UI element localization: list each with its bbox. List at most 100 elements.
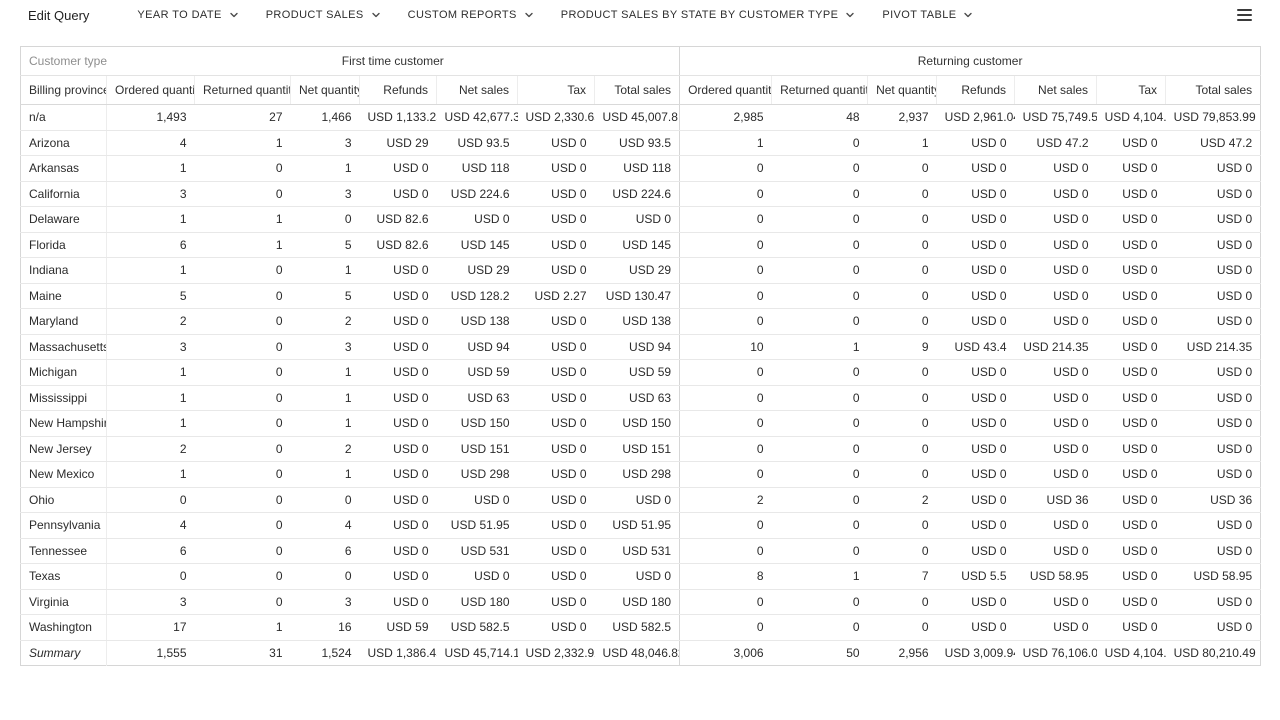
value-cell: USD 130.47 bbox=[595, 283, 680, 309]
value-cell: USD 0 bbox=[360, 538, 437, 564]
value-cell: USD 224.6 bbox=[595, 181, 680, 207]
menu-pivot-table[interactable]: PIVOT TABLE bbox=[882, 9, 973, 21]
value-cell: USD 145 bbox=[437, 232, 518, 258]
column-header[interactable]: Ordered quantity bbox=[107, 76, 195, 105]
value-cell: USD 224.6 bbox=[437, 181, 518, 207]
province-cell: Arkansas bbox=[21, 156, 107, 182]
value-cell: 0 bbox=[772, 156, 868, 182]
value-cell: 2 bbox=[107, 309, 195, 335]
value-cell: 1 bbox=[772, 564, 868, 590]
value-cell: 0 bbox=[195, 411, 291, 437]
column-header[interactable]: Tax bbox=[518, 76, 595, 105]
value-cell: 0 bbox=[772, 385, 868, 411]
column-header[interactable]: Net sales bbox=[437, 76, 518, 105]
value-cell: 0 bbox=[195, 181, 291, 207]
value-cell: 3 bbox=[291, 130, 360, 156]
chevron-down-icon bbox=[229, 10, 239, 20]
value-cell: USD 2,330.65 bbox=[518, 105, 595, 131]
value-cell: USD 0 bbox=[518, 258, 595, 284]
value-cell: 1 bbox=[107, 207, 195, 233]
value-cell: 0 bbox=[680, 436, 772, 462]
column-header[interactable]: Total sales bbox=[595, 76, 680, 105]
value-cell: USD 0 bbox=[1097, 589, 1166, 615]
column-header[interactable]: Ordered quantity bbox=[680, 76, 772, 105]
column-header[interactable]: Net sales bbox=[1015, 76, 1097, 105]
chevron-down-icon bbox=[371, 10, 381, 20]
value-cell: USD 0 bbox=[360, 589, 437, 615]
value-cell: USD 0 bbox=[1015, 462, 1097, 488]
value-cell: 0 bbox=[195, 156, 291, 182]
value-cell: USD 0 bbox=[518, 181, 595, 207]
province-cell: Summary bbox=[21, 640, 107, 666]
value-cell: USD 45,714.12 bbox=[437, 640, 518, 666]
value-cell: USD 0 bbox=[518, 130, 595, 156]
value-cell: USD 0 bbox=[937, 232, 1015, 258]
value-cell: 6 bbox=[107, 538, 195, 564]
value-cell: 0 bbox=[868, 411, 937, 437]
value-cell: USD 0 bbox=[1097, 334, 1166, 360]
table-row: Tennessee606USD 0USD 531USD 0USD 531000U… bbox=[21, 538, 1261, 564]
value-cell: 0 bbox=[107, 487, 195, 513]
menu-label: PRODUCT SALES bbox=[266, 9, 364, 21]
value-cell: USD 0 bbox=[1097, 462, 1166, 488]
column-header[interactable]: Tax bbox=[1097, 76, 1166, 105]
value-cell: 0 bbox=[868, 156, 937, 182]
value-cell: USD 0 bbox=[1166, 615, 1261, 641]
column-header[interactable]: Returned quantity bbox=[195, 76, 291, 105]
column-header[interactable]: Net quantity bbox=[868, 76, 937, 105]
value-cell: USD 0 bbox=[1097, 487, 1166, 513]
value-cell: 0 bbox=[868, 462, 937, 488]
column-header[interactable]: Returned quantity bbox=[772, 76, 868, 105]
value-cell: 0 bbox=[195, 258, 291, 284]
table-row: New Jersey202USD 0USD 151USD 0USD 151000… bbox=[21, 436, 1261, 462]
value-cell: USD 2.27 bbox=[518, 283, 595, 309]
value-cell: 0 bbox=[680, 283, 772, 309]
value-cell: 0 bbox=[107, 564, 195, 590]
value-cell: 1 bbox=[107, 156, 195, 182]
value-cell: USD 0 bbox=[360, 360, 437, 386]
value-cell: USD 0 bbox=[360, 564, 437, 590]
value-cell: USD 0 bbox=[937, 309, 1015, 335]
value-cell: 1 bbox=[772, 334, 868, 360]
column-header[interactable]: Refunds bbox=[937, 76, 1015, 105]
value-cell: 9 bbox=[868, 334, 937, 360]
hamburger-menu-icon[interactable] bbox=[1235, 5, 1254, 25]
column-header[interactable]: Refunds bbox=[360, 76, 437, 105]
value-cell: 2 bbox=[291, 309, 360, 335]
customer-type-label: Customer type bbox=[21, 47, 107, 76]
value-cell: USD 0 bbox=[595, 487, 680, 513]
menu-year-to-date[interactable]: YEAR TO DATE bbox=[137, 9, 238, 21]
value-cell: USD 63 bbox=[437, 385, 518, 411]
table-row: Washington17116USD 59USD 582.5USD 0USD 5… bbox=[21, 615, 1261, 641]
value-cell: USD 36 bbox=[1166, 487, 1261, 513]
value-cell: 1 bbox=[195, 207, 291, 233]
value-cell: USD 82.6 bbox=[360, 232, 437, 258]
value-cell: 1 bbox=[107, 462, 195, 488]
value-cell: USD 0 bbox=[1166, 207, 1261, 233]
value-cell: 0 bbox=[291, 207, 360, 233]
value-cell: 1 bbox=[195, 130, 291, 156]
value-cell: USD 0 bbox=[1097, 283, 1166, 309]
column-header[interactable]: Total sales bbox=[1166, 76, 1261, 105]
value-cell: 0 bbox=[195, 538, 291, 564]
value-cell: USD 0 bbox=[518, 411, 595, 437]
value-cell: 3 bbox=[107, 589, 195, 615]
value-cell: 0 bbox=[680, 309, 772, 335]
edit-query-button[interactable]: Edit Query bbox=[28, 8, 89, 23]
value-cell: USD 4,104.94 bbox=[1097, 640, 1166, 666]
value-cell: 0 bbox=[868, 258, 937, 284]
column-header[interactable]: Net quantity bbox=[291, 76, 360, 105]
value-cell: USD 94 bbox=[595, 334, 680, 360]
value-cell: 0 bbox=[868, 181, 937, 207]
menu-report-name[interactable]: PRODUCT SALES BY STATE BY CUSTOMER TYPE bbox=[561, 9, 856, 21]
value-cell: 0 bbox=[680, 462, 772, 488]
value-cell: USD 0 bbox=[1166, 181, 1261, 207]
value-cell: USD 0 bbox=[1166, 589, 1261, 615]
value-cell: 1,466 bbox=[291, 105, 360, 131]
menu-custom-reports[interactable]: CUSTOM REPORTS bbox=[408, 9, 534, 21]
menu-product-sales[interactable]: PRODUCT SALES bbox=[266, 9, 381, 21]
province-cell: Texas bbox=[21, 564, 107, 590]
value-cell: USD 0 bbox=[1015, 513, 1097, 539]
value-cell: 0 bbox=[772, 436, 868, 462]
value-cell: USD 0 bbox=[595, 564, 680, 590]
